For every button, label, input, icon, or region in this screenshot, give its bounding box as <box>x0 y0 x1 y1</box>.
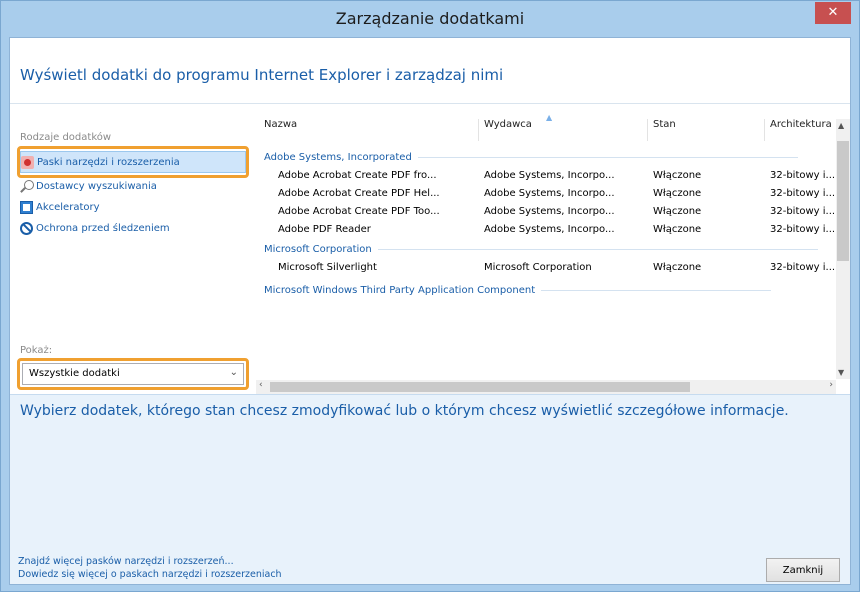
group-header-windows-third-party: Microsoft Windows Third Party Applicatio… <box>264 285 772 296</box>
addon-types-label: Rodzaje dodatków <box>20 132 112 143</box>
find-more-toolbars-link[interactable]: Znajdź więcej pasków narzędzi i rozszerz… <box>18 556 234 567</box>
close-window-button[interactable]: ✕ <box>815 2 851 24</box>
sidebar-item-accelerators[interactable]: Akceleratory <box>20 196 246 218</box>
footer: Znajdź więcej pasków narzędzi i rozszerz… <box>10 554 850 584</box>
scrollbar-thumb[interactable] <box>837 141 849 261</box>
accelerator-icon <box>20 200 33 214</box>
show-filter-value: Wszystkie dodatki <box>29 368 120 379</box>
client-area: Wyświetl dodatki do programu Internet Ex… <box>9 37 851 585</box>
sidebar-item-toolbars[interactable]: Paski narzędzi i rozszerzenia <box>20 151 246 173</box>
sidebar-item-label: Akceleratory <box>36 201 100 213</box>
table-row[interactable]: Adobe Acrobat Create PDF fro... Adobe Sy… <box>256 167 836 185</box>
scroll-down-icon[interactable]: ▼ <box>838 368 844 377</box>
search-icon <box>20 179 34 193</box>
sidebar-item-label: Ochrona przed śledzeniem <box>36 222 170 234</box>
title-bar[interactable]: Zarządzanie dodatkami ✕ <box>1 1 859 37</box>
details-hint: Wybierz dodatek, którego stan chcesz zmo… <box>20 403 789 419</box>
column-separator <box>478 119 479 141</box>
table-row[interactable]: Microsoft Silverlight Microsoft Corporat… <box>256 259 836 277</box>
sort-ascending-icon: ▲ <box>546 113 553 122</box>
table-row[interactable]: Adobe Acrobat Create PDF Too... Adobe Sy… <box>256 203 836 221</box>
toolbar-icon <box>21 155 34 169</box>
scroll-right-icon[interactable]: › <box>829 380 833 390</box>
details-pane: Wybierz dodatek, którego stan chcesz zmo… <box>10 394 850 554</box>
tracking-protection-icon <box>20 221 33 235</box>
sidebar-item-label: Paski narzędzi i rozszerzenia <box>37 156 180 168</box>
column-separator <box>647 119 648 141</box>
header: Wyświetl dodatki do programu Internet Ex… <box>10 38 850 104</box>
learn-more-toolbars-link[interactable]: Dowiedz się więcej o paskach narzędzi i … <box>18 569 282 580</box>
column-header-status[interactable]: Stan <box>653 119 676 139</box>
horizontal-scrollbar[interactable]: ‹ › <box>256 380 836 394</box>
scroll-left-icon[interactable]: ‹ <box>259 380 263 390</box>
column-header-architecture[interactable]: Architektura <box>770 119 832 139</box>
group-header-microsoft: Microsoft Corporation <box>264 244 818 255</box>
header-text: Wyświetl dodatki do programu Internet Ex… <box>20 66 504 84</box>
chevron-down-icon: ⌄ <box>229 367 238 378</box>
sidebar-item-tracking-protection[interactable]: Ochrona przed śledzeniem <box>20 217 246 239</box>
sidebar-item-label: Dostawcy wyszukiwania <box>36 180 157 192</box>
scrollbar-thumb[interactable] <box>270 382 690 392</box>
addons-list: Nazwa Wydawca ▲ Stan Architektura Adobe … <box>256 105 850 394</box>
show-label: Pokaż: <box>20 345 53 356</box>
column-header-publisher[interactable]: Wydawca <box>484 119 532 139</box>
add-ons-window: Zarządzanie dodatkami ✕ Wyświetl dodatki… <box>0 0 860 592</box>
show-filter-select[interactable]: Wszystkie dodatki ⌄ <box>22 363 244 385</box>
table-row[interactable]: Adobe Acrobat Create PDF Hel... Adobe Sy… <box>256 185 836 203</box>
scroll-up-icon[interactable]: ▲ <box>838 121 844 130</box>
window-title: Zarządzanie dodatkami <box>335 9 525 28</box>
close-button[interactable]: Zamknij <box>766 558 840 582</box>
addon-types-pane: Rodzaje dodatków Paski narzędzi i rozsze… <box>10 105 256 394</box>
table-row[interactable]: Adobe PDF Reader Adobe Systems, Incorpo.… <box>256 221 836 239</box>
group-header-adobe: Adobe Systems, Incorporated <box>264 152 798 163</box>
column-header-name[interactable]: Nazwa <box>264 119 297 139</box>
vertical-scrollbar[interactable]: ▲ ▼ <box>836 119 850 379</box>
column-separator <box>764 119 765 141</box>
sidebar-item-search-providers[interactable]: Dostawcy wyszukiwania <box>20 175 246 197</box>
